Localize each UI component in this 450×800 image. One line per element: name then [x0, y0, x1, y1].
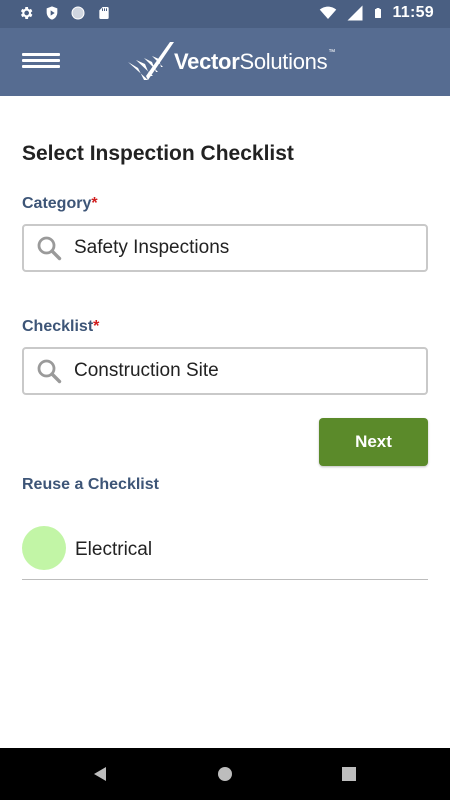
- signal-icon: [347, 5, 363, 21]
- hamburger-icon-line: [22, 59, 60, 62]
- app-logo: VectorSolutions™: [126, 40, 335, 84]
- gear-icon: [20, 7, 33, 19]
- page-title: Select Inspection Checklist: [22, 142, 294, 165]
- status-left-icons: [18, 5, 112, 21]
- system-nav-bar: [0, 748, 450, 800]
- recent-apps-icon: [342, 767, 356, 781]
- status-bar: 11:59: [0, 0, 450, 28]
- checklist-value: Construction Site: [74, 360, 219, 381]
- hamburger-menu-button[interactable]: [22, 53, 60, 73]
- checklist-label-text: Checklist: [22, 318, 94, 335]
- status-right-icons: 11:59: [318, 4, 434, 22]
- reuse-checklist-item-label: Electrical: [75, 539, 153, 560]
- logo-text-light: Solutions: [239, 49, 328, 74]
- play-shield-icon: [46, 6, 58, 20]
- reuse-checklist-label: Reuse a Checklist: [22, 476, 159, 493]
- home-icon: [218, 767, 232, 781]
- checklist-required-mark: *: [93, 318, 100, 335]
- category-search-field[interactable]: Safety Inspections: [22, 224, 428, 272]
- vector-logo-mark-icon: [128, 42, 174, 80]
- sd-card-icon: [99, 7, 109, 19]
- category-value: Safety Inspections: [74, 237, 230, 258]
- category-required-mark: *: [91, 195, 98, 212]
- status-time: 11:59: [392, 4, 434, 21]
- wifi-icon: [320, 6, 337, 19]
- screen: 11:59 VectorSolutions™ Select Inspection…: [0, 0, 450, 800]
- logo-trademark: ™: [328, 49, 335, 56]
- checklist-search-field[interactable]: Construction Site: [22, 347, 428, 395]
- category-label: Category*: [22, 195, 98, 213]
- reuse-checklist-item[interactable]: Electrical: [22, 526, 428, 580]
- checklist-avatar: [22, 526, 66, 570]
- checklist-label: Checklist*: [22, 318, 99, 336]
- recent-apps-button[interactable]: [319, 748, 379, 800]
- battery-icon: [375, 8, 382, 18]
- home-button[interactable]: [195, 748, 255, 800]
- logo-text-bold: Vector: [174, 49, 240, 74]
- search-icon: [37, 359, 62, 384]
- circle-icon: [71, 6, 85, 20]
- search-icon: [37, 236, 62, 261]
- hamburger-icon-line: [22, 65, 60, 68]
- category-label-text: Category: [22, 195, 92, 212]
- hamburger-icon: [22, 53, 60, 56]
- next-button[interactable]: Next: [319, 418, 428, 466]
- back-button[interactable]: [70, 748, 130, 800]
- app-bar: VectorSolutions™: [0, 28, 450, 96]
- back-icon: [94, 767, 106, 781]
- logo-text: VectorSolutions™: [174, 49, 335, 75]
